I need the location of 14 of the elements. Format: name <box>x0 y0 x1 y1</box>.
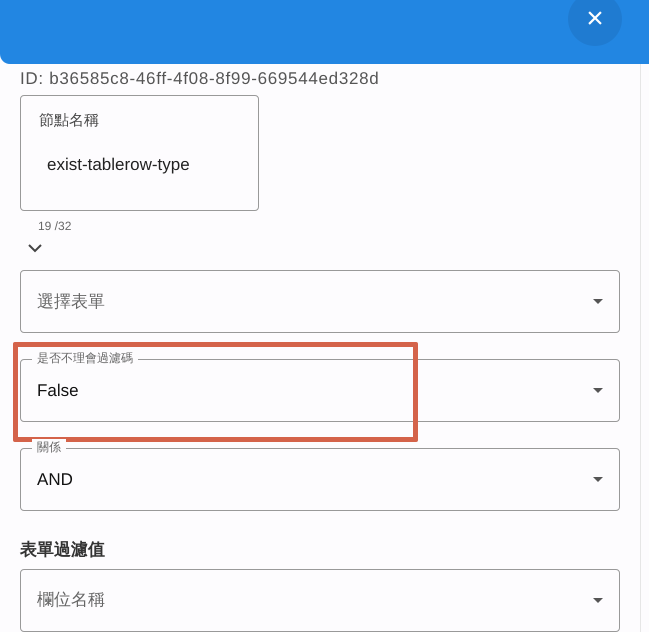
section-title: 表單過濾值 <box>20 539 106 561</box>
select-field[interactable]: 欄位名稱 <box>20 560 620 632</box>
node-name-field[interactable]: 節點名稱 exist-tablerow-type <box>20 95 259 211</box>
chevron-down-icon[interactable] <box>28 244 42 253</box>
dropdown-caret-icon <box>593 388 603 393</box>
id-text: ID: b36585c8-46ff-4f08-8f99-669544ed328d <box>20 68 380 90</box>
close-button[interactable]: × <box>568 0 622 46</box>
select-field[interactable]: 關係 AND <box>20 439 620 511</box>
character-counter: 19 /32 <box>38 218 72 235</box>
select-field[interactable]: 選擇表單 <box>20 261 620 333</box>
select-field[interactable]: 是否不理會過濾碼 False <box>20 350 620 422</box>
dropdown-caret-icon <box>593 477 603 482</box>
dropdown-caret-icon <box>593 598 603 602</box>
dropdown-caret-icon <box>593 299 603 304</box>
